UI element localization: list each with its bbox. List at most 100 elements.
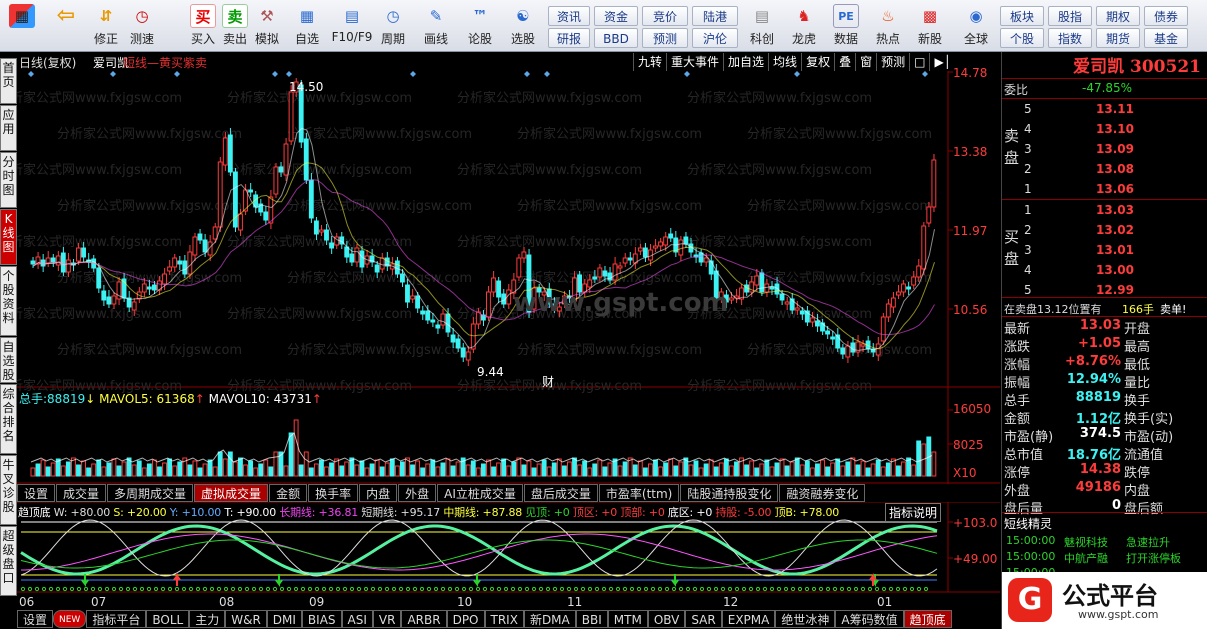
elves-row[interactable]: 15:00:00 魅视科技 急速拉升 — [1002, 533, 1207, 549]
toolbar-dragon-button[interactable]: ♞ 龙虎 — [786, 2, 822, 50]
toolbar-back-button[interactable]: ⇦ — [48, 2, 84, 50]
indicator-tab[interactable]: BOLL — [146, 610, 190, 628]
toolbar-simulate-button[interactable]: ⚒ 模拟 — [250, 2, 284, 50]
financial-event-marker[interactable]: 财 — [542, 373, 554, 390]
toolbar-kechuang-button[interactable]: ▤ 科创 — [744, 2, 780, 50]
indicator-tab[interactable]: DMI — [266, 610, 302, 628]
side-tab-profile[interactable]: 个股资料 — [0, 266, 17, 336]
button-ma[interactable]: 均线 — [768, 53, 801, 71]
volume-bar — [556, 458, 562, 477]
toolbar-data-button[interactable]: PE 数据 — [828, 2, 864, 50]
side-tab-watchlist[interactable]: 自选股 — [0, 337, 17, 383]
volume-tab[interactable]: 市盈率(ttm) — [598, 484, 680, 502]
small-button-options[interactable]: 期权 — [1096, 6, 1140, 26]
button-window[interactable]: 窗 — [855, 53, 876, 71]
small-button-shanghai-london[interactable]: 沪伦 — [692, 28, 738, 48]
small-button-funds[interactable]: 资金 — [594, 6, 638, 26]
indicator-tab[interactable]: BBI — [575, 610, 608, 628]
button-add-watch[interactable]: 加自选 — [723, 53, 768, 71]
side-tab-diagnosis[interactable]: 牛叉诊股 — [0, 455, 17, 525]
small-button-index-futures[interactable]: 股指 — [1048, 6, 1092, 26]
elves-row[interactable]: 15:00:00 中航产融 打开涨停板 — [1002, 549, 1207, 565]
volume-bar — [238, 457, 243, 477]
button-overlay[interactable]: 叠 — [834, 53, 855, 71]
indicator-tab[interactable]: EXPMA — [721, 610, 776, 628]
main-toolbar: ▦ ⇦ ⇵ 修正 ◷ 测速 买买入 卖卖出 ⚒ 模拟 ▦ 自选 ▤ F10/F9 ◷ 周期 … — [0, 0, 1207, 52]
small-button-report[interactable]: 研报 — [548, 28, 590, 48]
volume-tab[interactable]: 多周期成交量 — [107, 484, 194, 502]
small-button-sector[interactable]: 板块 — [1000, 6, 1044, 26]
volume-tab[interactable]: 金额 — [269, 484, 308, 502]
small-button-funds2[interactable]: 基金 — [1144, 28, 1188, 48]
side-tab-timeshare[interactable]: 分时图 — [0, 152, 17, 208]
indicator-tab[interactable]: A筹码数值 — [835, 610, 904, 628]
small-button-news[interactable]: 资讯 — [548, 6, 590, 26]
toolbar-grid-button[interactable]: ▦ — [4, 2, 40, 50]
button-jiuzhuan[interactable]: 九转 — [633, 53, 666, 71]
toolbar-speed-button[interactable]: ◷ 测速 — [124, 2, 160, 50]
indicator-tab[interactable]: MTM — [607, 610, 648, 628]
indicator-tab[interactable]: 指标平台 — [86, 610, 147, 628]
side-tab-depth[interactable]: 超级盘口 — [0, 526, 17, 596]
toolbar-portfolio-button[interactable]: ▦ 自选 — [287, 2, 327, 50]
toolbar-ipo-button[interactable]: ▩ 新股 — [912, 2, 948, 50]
indicator-tab[interactable]: DPO — [446, 610, 485, 628]
indicator-tab[interactable]: OBV — [647, 610, 686, 628]
side-tab-apps[interactable]: 应用 — [0, 105, 17, 151]
small-button-forecast[interactable]: 预测 — [642, 28, 688, 48]
indicator-tab[interactable]: SAR — [685, 610, 722, 628]
toolbar-buy-button[interactable]: 买买入 — [186, 2, 220, 50]
side-tab-kline[interactable]: K线图 — [0, 209, 17, 265]
small-button-auction[interactable]: 竞价 — [642, 6, 688, 26]
volume-tab[interactable]: 陆股通持股变化 — [680, 484, 779, 502]
indicator-tab[interactable]: ARBR — [401, 610, 447, 628]
small-button-stocks[interactable]: 个股 — [1000, 28, 1044, 48]
indicator-tab[interactable]: 设置 — [17, 610, 54, 628]
button-major-events[interactable]: 重大事件 — [666, 53, 723, 71]
small-button-bonds[interactable]: 债券 — [1144, 6, 1188, 26]
small-button-bbd[interactable]: BBD — [594, 28, 638, 48]
expand-arrow-icon[interactable]: ▶│ — [929, 53, 954, 71]
small-button-hk[interactable]: 陆港 — [692, 6, 738, 26]
indicator-tab[interactable]: VR — [372, 610, 402, 628]
volume-tab[interactable]: 虚拟成交量 — [194, 484, 269, 502]
volume-tab[interactable]: 盘后成交量 — [523, 484, 598, 502]
indicator-tab[interactable]: BIAS — [301, 610, 342, 628]
volume-tab[interactable]: 成交量 — [56, 484, 107, 502]
toolbar-pick-button[interactable]: ☯ 选股 — [503, 2, 543, 50]
indicator-tab[interactable]: 趋顶底 — [903, 610, 952, 628]
volume-bar — [713, 466, 719, 477]
toolbar-cycle-button[interactable]: ◷ 周期 — [375, 2, 411, 50]
indicator-tab[interactable]: 新DMA — [523, 610, 576, 628]
candle-body — [637, 247, 643, 252]
indicator-tab[interactable]: 绝世冰神 — [775, 610, 836, 628]
candle-body — [906, 286, 911, 290]
toolbar-f10-button[interactable]: ▤ F10/F9 — [330, 2, 374, 50]
toolbar-hot-button[interactable]: ♨ 热点 — [870, 2, 906, 50]
small-button-futures[interactable]: 期货 — [1096, 28, 1140, 48]
volume-tab[interactable]: AI立桩成交量 — [437, 484, 523, 502]
toolbar-global-button[interactable]: ◉ 全球 — [956, 2, 996, 50]
volume-tab[interactable]: 外盘 — [398, 484, 437, 502]
toolbar-draw-button[interactable]: ✎ 画线 — [418, 2, 454, 50]
volume-tab[interactable]: 融资融券变化 — [779, 484, 866, 502]
indicator-tab[interactable]: ASI — [341, 610, 373, 628]
indicator-tab[interactable]: NEW — [53, 610, 87, 628]
volume-tab[interactable]: 换手率 — [308, 484, 359, 502]
indicator-tab[interactable]: W&R — [225, 610, 267, 628]
toolbar-discuss-button[interactable]: ™ 论股 — [462, 2, 498, 50]
indicator-help-button[interactable]: 指标说明 — [885, 503, 942, 522]
side-tab-home[interactable]: 首页 — [0, 58, 17, 104]
volume-tab[interactable]: 设置 — [17, 484, 56, 502]
kline-chart-area[interactable]: 分析家公式网www.fxjgsw.com 分析家公式网www.fxjgsw.com… — [17, 52, 1000, 629]
lock-icon[interactable]: □ — [909, 53, 929, 71]
button-restore-rights[interactable]: 复权 — [801, 53, 834, 71]
indicator-tab[interactable]: 主力 — [189, 610, 226, 628]
volume-tab[interactable]: 内盘 — [359, 484, 398, 502]
button-predict[interactable]: 预测 — [876, 53, 909, 71]
side-tab-ranking[interactable]: 综合排名 — [0, 384, 17, 454]
toolbar-sell-button[interactable]: 卖卖出 — [218, 2, 252, 50]
indicator-tab[interactable]: TRIX — [484, 610, 524, 628]
small-button-indices[interactable]: 指数 — [1048, 28, 1092, 48]
toolbar-fix-button[interactable]: ⇵ 修正 — [88, 2, 124, 50]
